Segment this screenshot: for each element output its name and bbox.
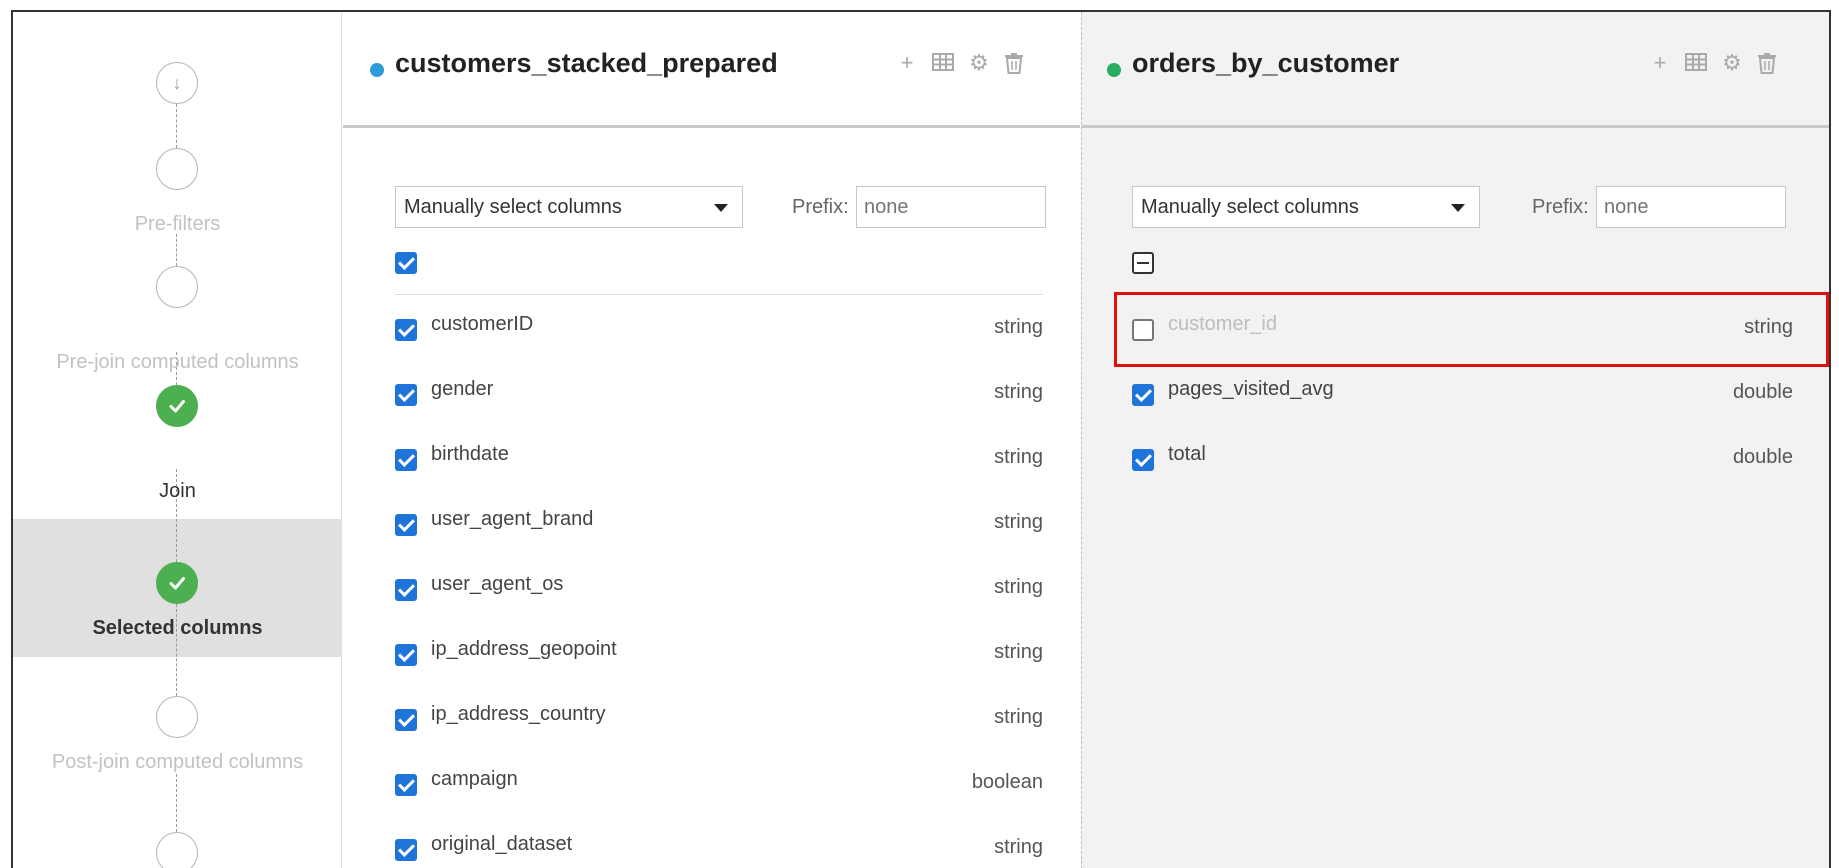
column-type: string (994, 316, 1043, 338)
column-type: double (1732, 381, 1793, 403)
column-type: string (994, 641, 1043, 663)
steps-sidebar: ↓ Pre-filters Pre-join computed columns … (13, 12, 342, 868)
step-next[interactable] (156, 832, 198, 868)
column-name: birthdate (431, 443, 509, 465)
column-name: campaign (431, 768, 518, 790)
check-icon (169, 577, 185, 590)
step-pre-filters[interactable] (156, 148, 198, 190)
column-name: ip_address_geopoint (431, 638, 617, 660)
column-checkbox[interactable] (395, 839, 417, 861)
column-type: double (1732, 446, 1793, 468)
dataset-title: orders_by_customer (1132, 48, 1400, 78)
column-type: string (994, 511, 1043, 533)
plus-icon[interactable]: + (896, 52, 918, 74)
dataset-title: customers_stacked_prepared (395, 48, 778, 78)
left-dataset-panel: customers_stacked_prepared + ⚙ Manually … (343, 12, 1080, 868)
column-checkbox[interactable] (1132, 384, 1154, 406)
step-pre-join-computed[interactable] (156, 266, 198, 308)
column-type: string (994, 576, 1043, 598)
column-checkbox[interactable] (395, 384, 417, 406)
column-checkbox[interactable] (395, 774, 417, 796)
select-value: Manually select columns (404, 196, 622, 218)
column-name: ip_address_country (431, 703, 606, 725)
column-name: gender (431, 378, 494, 400)
caret-down-icon (1451, 204, 1465, 212)
column-name: original_dataset (431, 833, 573, 855)
plus-icon[interactable]: + (1649, 52, 1671, 74)
column-selection-mode-select[interactable]: Manually select columns (1132, 186, 1480, 228)
prefix-label: Prefix: (1532, 196, 1589, 218)
arrow-down-icon: ↓ (172, 72, 182, 93)
step-pre-filters-label[interactable]: Pre-filters (13, 213, 342, 236)
column-type: string (994, 446, 1043, 468)
column-checkbox[interactable] (395, 579, 417, 601)
column-name: total (1168, 443, 1206, 465)
column-selection-mode-select[interactable]: Manually select columns (395, 186, 743, 228)
column-name: customerID (431, 313, 534, 335)
join-recipe-frame: ↓ Pre-filters Pre-join computed columns … (11, 10, 1831, 868)
column-type: string (994, 836, 1043, 858)
caret-down-icon (714, 204, 728, 212)
table-icon[interactable] (932, 52, 954, 74)
highlight-box (1114, 292, 1829, 367)
table-icon[interactable] (1685, 52, 1707, 74)
dataset-color-dot (1107, 63, 1121, 77)
step-start[interactable]: ↓ (156, 62, 198, 104)
column-checkbox[interactable] (395, 319, 417, 341)
column-name: user_agent_os (431, 573, 564, 595)
prefix-input[interactable] (1596, 186, 1786, 228)
step-join-label[interactable]: Join (13, 480, 342, 503)
trash-icon[interactable] (1757, 52, 1779, 74)
step-post-join-computed[interactable] (156, 696, 198, 738)
gear-icon[interactable]: ⚙ (968, 52, 990, 74)
panel-toolbar: + ⚙ (896, 52, 1026, 74)
step-selected-columns-label[interactable]: Selected columns (13, 617, 342, 640)
panel-toolbar: + ⚙ (1649, 52, 1779, 74)
step-join[interactable] (156, 385, 198, 427)
column-type: string (994, 706, 1043, 728)
right-dataset-panel: orders_by_customer + ⚙ Manually select c… (1081, 12, 1829, 868)
check-icon (169, 400, 185, 413)
step-post-join-computed-label[interactable]: Post-join computed columns (13, 751, 342, 774)
prefix-label: Prefix: (792, 196, 849, 218)
trash-icon[interactable] (1004, 52, 1026, 74)
left-panel-header: customers_stacked_prepared + ⚙ (343, 12, 1080, 128)
select-all-checkbox[interactable] (395, 252, 417, 274)
gear-icon[interactable]: ⚙ (1721, 52, 1743, 74)
column-checkbox[interactable] (395, 709, 417, 731)
step-selected-columns[interactable] (156, 562, 198, 604)
prefix-input[interactable] (856, 186, 1046, 228)
column-type: boolean (971, 771, 1043, 793)
column-name: pages_visited_avg (1168, 378, 1334, 400)
column-name: user_agent_brand (431, 508, 594, 530)
select-all-checkbox[interactable] (1132, 252, 1154, 274)
right-panel-header: orders_by_customer + ⚙ (1082, 12, 1829, 128)
dataset-color-dot (370, 63, 384, 77)
select-value: Manually select columns (1141, 196, 1359, 218)
column-checkbox[interactable] (395, 449, 417, 471)
step-pre-join-computed-label[interactable]: Pre-join computed columns (13, 351, 342, 374)
column-checkbox[interactable] (395, 644, 417, 666)
column-type: string (994, 381, 1043, 403)
column-checkbox[interactable] (1132, 449, 1154, 471)
column-checkbox[interactable] (395, 514, 417, 536)
